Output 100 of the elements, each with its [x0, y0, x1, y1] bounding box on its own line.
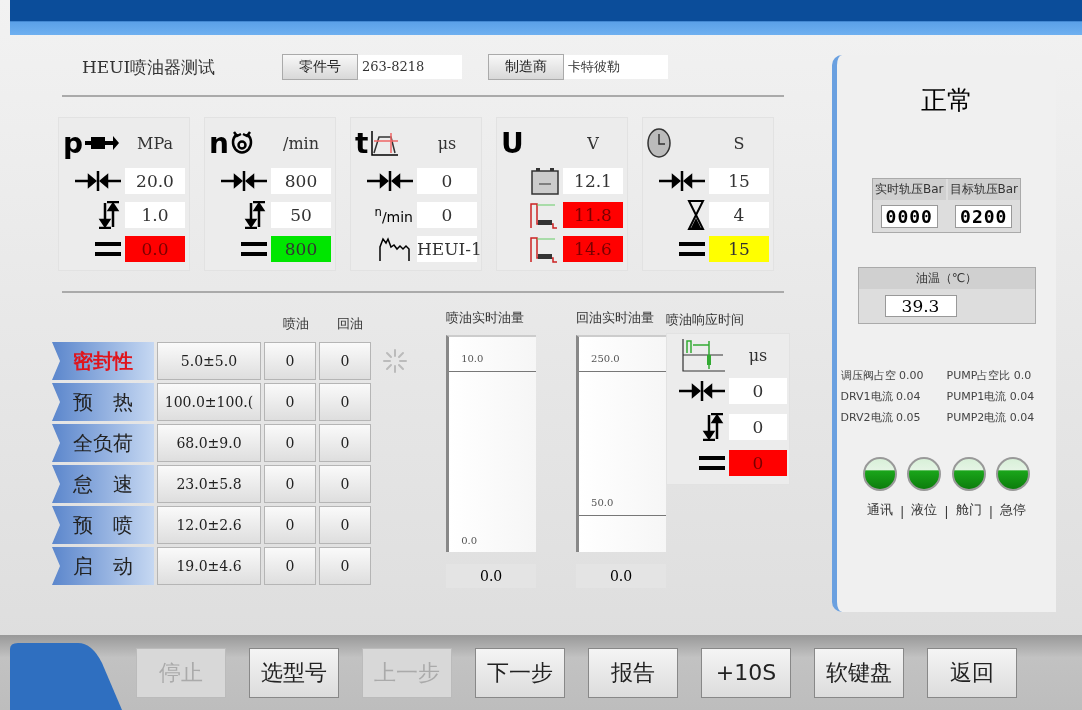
return-cell: 0 — [319, 465, 371, 503]
flow-title: 喷油实时油量 — [446, 309, 526, 327]
part-number-button[interactable]: 零件号 — [282, 54, 358, 80]
inject-cell: 0 — [264, 465, 316, 503]
value-field: 0 — [729, 414, 787, 440]
battery-icon — [531, 167, 559, 195]
boost-waveform-icon — [529, 235, 559, 263]
indicator-label: 舱门 — [955, 501, 982, 519]
lower-limit-label: 50.0 — [591, 497, 614, 508]
stat-reading: PUMP占空比 0.0 — [946, 368, 1033, 383]
stat-reading: DRV2电流 0.05 — [840, 410, 922, 425]
inject-cell: 0 — [264, 547, 316, 585]
lcd-readout: 0200 — [955, 205, 1013, 228]
value-field: 0.0 — [125, 236, 185, 262]
column-header: 回油 — [336, 315, 364, 333]
oil-temp-label: 油温（℃） — [858, 268, 1035, 289]
upper-limit-label: 10.0 — [461, 353, 484, 364]
spec-cell: 100.0±100.( — [157, 383, 261, 421]
indicator-label: 通讯 — [866, 501, 893, 519]
stat-reading: DRV1电流 0.04 — [840, 389, 922, 404]
test-step-tab[interactable]: 启 动 — [52, 547, 154, 585]
target-icon — [221, 171, 267, 191]
loading-icon — [382, 348, 408, 374]
return-cell: 0 — [319, 424, 371, 462]
manufacturer-button[interactable]: 制造商 — [488, 54, 564, 80]
unit-label: MPa — [136, 133, 174, 153]
target-icon — [659, 171, 705, 191]
waveform-icon — [379, 237, 413, 261]
part-number-field[interactable]: 263-8218 — [358, 55, 462, 79]
action-button[interactable]: 选型号 — [249, 647, 339, 698]
tolerance-icon — [701, 413, 726, 441]
boost-waveform-icon — [529, 201, 559, 229]
value-field: 1.0 — [125, 202, 185, 228]
injector-timing-icon — [681, 337, 726, 373]
value-field: 12.1 — [563, 168, 623, 194]
equals-icon — [679, 242, 705, 256]
value-field: 11.8 — [563, 202, 623, 228]
unit-label: V — [586, 133, 600, 153]
value-field: 0 — [417, 202, 477, 228]
indicator-label: 急停 — [1000, 501, 1027, 519]
value-field: 50 — [271, 202, 331, 228]
tolerance-icon — [243, 201, 267, 229]
spec-cell: 19.0±4.6 — [157, 547, 261, 585]
spec-cell: 23.0±5.8 — [157, 465, 261, 503]
spec-cell: 12.0±2.6 — [157, 506, 261, 544]
separator: | — [988, 504, 994, 519]
manufacturer-field[interactable]: 卡特彼勒 — [564, 55, 668, 79]
unit-label: S — [732, 133, 746, 153]
value-field: 15 — [709, 236, 769, 262]
gauge-symbol: n — [209, 126, 229, 160]
action-button[interactable]: 返回 — [927, 647, 1017, 698]
stat-reading: PUMP2电流 0.04 — [946, 410, 1036, 425]
value-field: 0 — [417, 168, 477, 194]
target-icon — [75, 171, 121, 191]
tolerance-icon — [97, 201, 121, 229]
action-button[interactable]: 报告 — [588, 647, 678, 698]
timing-chart-icon — [370, 129, 401, 157]
target-icon — [367, 171, 413, 191]
flow-reading: 0.0 — [446, 564, 537, 588]
value-field: 20.0 — [125, 168, 185, 194]
flow-title: 回油实时油量 — [576, 309, 656, 327]
action-button[interactable]: 下一步 — [475, 647, 565, 698]
pressure-icon — [85, 134, 120, 152]
unit-label: μs — [747, 345, 769, 365]
column-header: 喷油 — [282, 315, 310, 333]
spec-cell: 68.0±9.0 — [157, 424, 261, 462]
separator: | — [899, 504, 905, 519]
return-cell: 0 — [319, 342, 371, 380]
test-step-tab[interactable]: 怠 速 — [52, 465, 154, 503]
inject-cell: 0 — [264, 342, 316, 380]
spec-cell: 5.0±5.0 — [157, 342, 261, 380]
test-step-tab[interactable]: 预 喷 — [52, 506, 154, 544]
clock-icon — [647, 128, 671, 158]
page-title: HEUI喷油器测试 — [82, 55, 217, 79]
stat-reading: 调压阀占空 0.00 — [840, 368, 925, 383]
flow-reading: 0.0 — [576, 564, 666, 588]
status-text: 正常 — [920, 84, 973, 117]
return-cell: 0 — [319, 547, 371, 585]
action-button[interactable]: 软键盘 — [814, 647, 904, 698]
equals-icon — [241, 242, 267, 256]
rail-pressure-label: 实时轨压Bar — [872, 179, 946, 200]
return-cell: 0 — [319, 383, 371, 421]
lcd-readout: 0000 — [880, 205, 938, 228]
rotation-icon — [230, 130, 253, 156]
lower-limit-label: 0.0 — [461, 535, 478, 546]
rpm-label: $^{n}$/min — [374, 205, 413, 225]
inject-cell: 0 — [264, 424, 316, 462]
gauge-symbol: p — [63, 126, 84, 160]
value-field: 800 — [271, 236, 331, 262]
equals-icon — [699, 456, 726, 470]
value-field: 15 — [709, 168, 769, 194]
action-button[interactable]: +10S — [701, 647, 791, 698]
test-step-tab[interactable]: 预 热 — [52, 383, 154, 421]
stat-reading: PUMP1电流 0.04 — [946, 389, 1036, 404]
unit-label: μs — [436, 133, 458, 153]
unit-label: /min — [282, 133, 320, 153]
hourglass-icon — [687, 200, 705, 230]
upper-limit-label: 250.0 — [591, 353, 620, 364]
value-field: 4 — [709, 202, 769, 228]
test-step-tab[interactable]: 全负荷 — [52, 424, 154, 462]
